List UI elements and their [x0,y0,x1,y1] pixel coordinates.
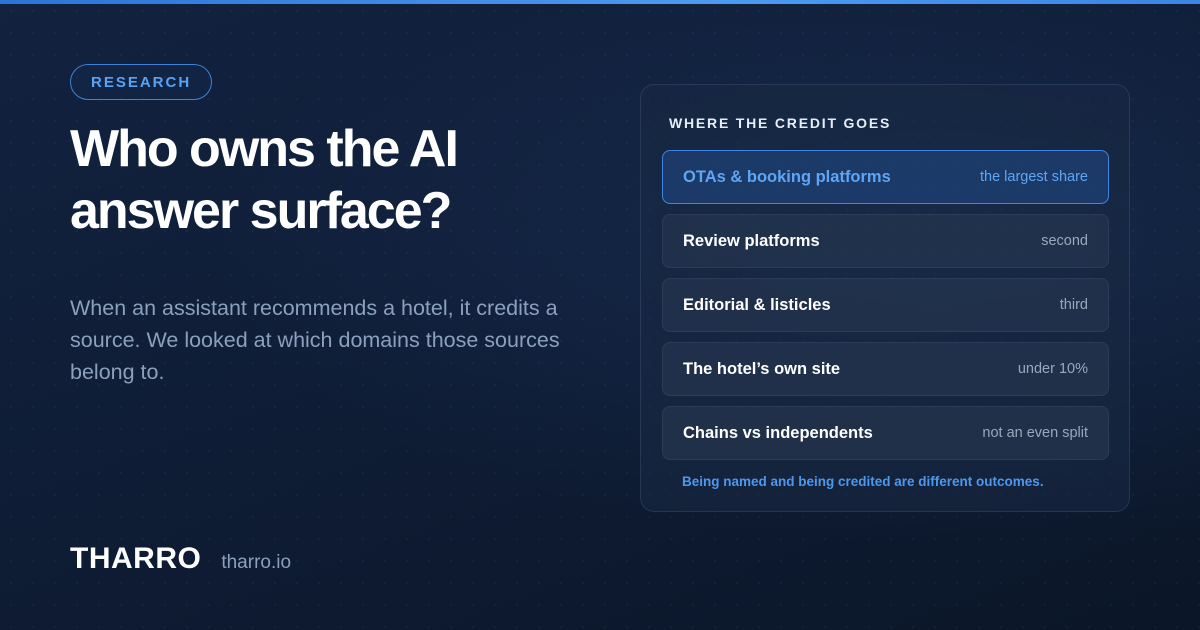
category-badge: RESEARCH [70,64,213,100]
credit-row-otas: OTAs & booking platforms the largest sha… [662,150,1109,204]
credit-row-label: Editorial & listicles [683,295,831,314]
credit-row-value: under 10% [1017,361,1088,377]
panel-footnote: Being named and being credited are diffe… [682,474,1044,489]
credit-panel: WHERE THE CREDIT GOES OTAs & booking pla… [640,84,1130,512]
credit-row-value: second [1041,233,1088,249]
brand: THARRO tharro.io [70,542,291,576]
lede-text: When an assistant recommends a hotel, it… [70,296,560,384]
credit-row-label: Chains vs independents [683,423,873,442]
credit-row-value: not an even split [982,425,1088,441]
credit-row-value: third [1059,297,1088,313]
brand-url: tharro.io [221,552,292,573]
brand-name: THARRO [70,542,202,575]
page-title: Who owns the AI answer surface? [70,120,459,240]
credit-row-label: The hotel’s own site [683,359,841,378]
credit-row-review-platforms: Review platforms second [662,214,1109,268]
credit-row-label: OTAs & booking platforms [683,167,891,186]
credit-row-label: Review platforms [683,231,820,250]
credit-row-chains: Chains vs independents not an even split [662,406,1109,460]
credit-row-value: the largest share [979,169,1088,185]
top-accent-bar [0,0,1200,4]
credit-row-hotel-site: The hotel’s own site under 10% [662,342,1109,396]
credit-row-editorial: Editorial & listicles third [662,278,1109,332]
panel-title: WHERE THE CREDIT GOES [669,115,892,131]
